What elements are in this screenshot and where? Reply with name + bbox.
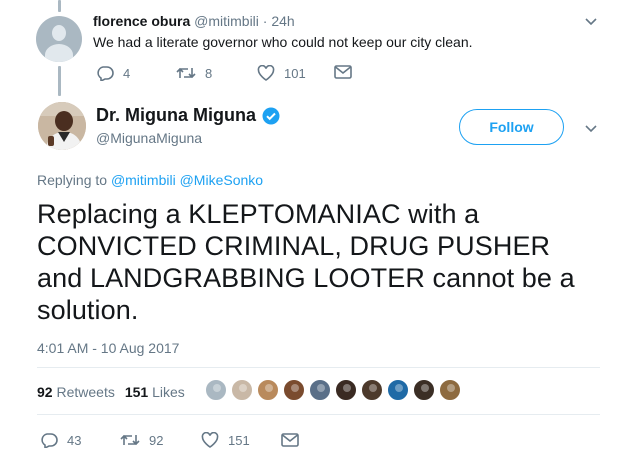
default-avatar[interactable] (36, 16, 82, 62)
liker-avatar[interactable] (283, 379, 305, 401)
message-button[interactable] (281, 433, 299, 447)
tweet-timestamp[interactable]: 4:01 AM - 10 Aug 2017 (37, 340, 179, 356)
liker-avatar[interactable] (257, 379, 279, 401)
retweet-icon (120, 434, 140, 446)
reply-retweet-count: 8 (205, 65, 213, 81)
chevron-down-icon[interactable] (584, 16, 598, 26)
reply-reply-count: 4 (123, 65, 131, 81)
retweet-icon (176, 67, 196, 79)
like-stat[interactable]: 151 Likes (125, 384, 185, 400)
reply-icon (41, 433, 58, 448)
liker-avatar[interactable] (361, 379, 383, 401)
reply-icon (97, 66, 114, 81)
liker-avatar[interactable] (309, 379, 331, 401)
reply-author-line[interactable]: florence obura @mitimbili · 24h (93, 13, 295, 29)
mention-link[interactable]: @mitimbili (111, 172, 176, 188)
replying-to: Replying to @mitimbili @MikeSonko (37, 172, 263, 188)
like-button[interactable]: 151 (201, 432, 250, 448)
retweet-count: 92 (149, 432, 164, 448)
divider (37, 367, 600, 368)
reply-separator: · (258, 13, 272, 29)
like-count: 151 (228, 432, 250, 448)
reply-like-count: 101 (284, 65, 306, 81)
message-icon (334, 65, 352, 79)
like-icon (201, 432, 219, 448)
retweet-stat[interactable]: 92 Retweets (37, 384, 115, 400)
chevron-down-icon[interactable] (584, 123, 598, 133)
follow-button[interactable]: Follow (459, 109, 564, 145)
like-icon (257, 65, 275, 81)
liker-avatar[interactable] (231, 379, 253, 401)
reply-author-handle[interactable]: @mitimbili (194, 13, 259, 29)
tweet-stats: 92 Retweets 151 Likes (37, 384, 185, 400)
liker-avatar[interactable] (439, 379, 461, 401)
reply-message-button[interactable] (334, 65, 352, 79)
divider (37, 414, 600, 415)
replying-prefix: Replying to (37, 172, 111, 188)
liker-avatar[interactable] (413, 379, 435, 401)
author-avatar[interactable] (38, 102, 86, 150)
reply-count: 43 (67, 432, 82, 448)
reply-reply-button[interactable]: 4 (96, 65, 130, 81)
liker-avatars (205, 379, 461, 401)
reply-like-button[interactable]: 101 (257, 65, 306, 81)
reply-text: We had a literate governor who could not… (93, 34, 473, 50)
author-handle[interactable]: @MigunaMiguna (96, 130, 202, 146)
verified-badge-icon (262, 107, 280, 124)
context-tweet[interactable]: florence obura @mitimbili · 24h We had a… (0, 0, 634, 90)
liker-avatar[interactable] (205, 379, 227, 401)
reply-retweet-button[interactable]: 8 (176, 65, 212, 81)
author-name[interactable]: Dr. Miguna Miguna (96, 105, 256, 126)
message-icon (281, 433, 299, 447)
tweet-text: Replacing a KLEPTOMANIAC with a CONVICTE… (37, 199, 575, 325)
liker-avatar[interactable] (387, 379, 409, 401)
liker-avatar[interactable] (335, 379, 357, 401)
reply-author-name[interactable]: florence obura (93, 13, 190, 29)
mention-link[interactable]: @MikeSonko (180, 172, 263, 188)
reply-time[interactable]: 24h (271, 13, 294, 29)
author-name-line[interactable]: Dr. Miguna Miguna (96, 105, 280, 126)
reply-button[interactable]: 43 (40, 432, 81, 448)
retweet-button[interactable]: 92 (120, 432, 163, 448)
